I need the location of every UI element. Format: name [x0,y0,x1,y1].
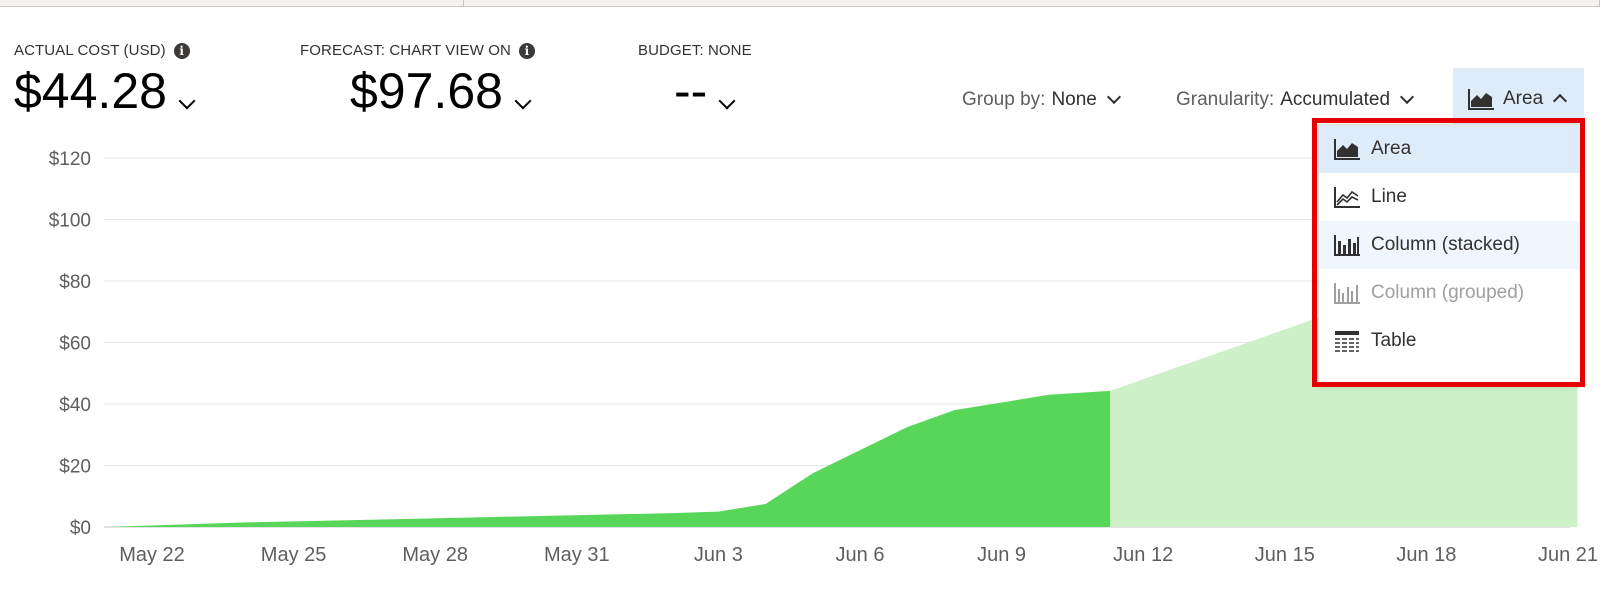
menu-item-label: Column (stacked) [1371,234,1520,255]
menu-item-column-stacked[interactable]: Column (stacked) [1319,221,1581,269]
y-tick-label: $120 [49,149,91,170]
x-tick-label: Jun 21 [1538,544,1598,566]
menu-item-label: Line [1371,186,1407,207]
y-tick-label: $40 [59,395,91,416]
x-tick-label: May 22 [119,544,185,566]
x-tick-label: Jun 12 [1113,544,1173,566]
y-tick-label: $60 [59,334,91,355]
line-chart-icon [1334,187,1360,208]
menu-item-table[interactable]: Table [1319,317,1581,365]
menu-item-label: Table [1371,330,1417,351]
menu-item-area[interactable]: Area [1319,125,1581,173]
x-tick-label: Jun 9 [977,544,1026,566]
x-tick-label: Jun 18 [1396,544,1456,566]
x-tick-label: May 25 [261,544,327,566]
x-tick-label: May 31 [544,544,610,566]
chart-view-menu: Area Line Column (stacked) Column (group… [1318,124,1582,384]
y-tick-label: $20 [59,457,91,478]
menu-item-column-grouped: Column (grouped) [1319,269,1581,317]
actual-cost-area [104,390,1111,527]
x-tick-label: May 28 [402,544,468,566]
x-tick-label: Jun 15 [1255,544,1315,566]
x-axis-labels: May 22 May 25 May 28 May 31 Jun 3 Jun 6 Jun 9 J… [119,544,1598,566]
y-tick-label: $0 [70,518,91,539]
column-grouped-icon [1334,283,1360,304]
area-chart-icon [1334,139,1360,160]
column-stacked-icon [1334,235,1360,256]
menu-item-label: Area [1371,138,1412,159]
menu-item-label: Column (grouped) [1371,282,1525,303]
x-tick-label: Jun 3 [694,544,743,566]
x-tick-label: Jun 6 [836,544,885,566]
menu-item-line[interactable]: Line [1319,173,1581,221]
y-tick-label: $100 [49,211,91,232]
y-tick-label: $80 [59,272,91,293]
table-icon [1335,331,1359,352]
y-axis-labels: $0 $20 $40 $60 $80 $100 $120 [49,149,91,539]
